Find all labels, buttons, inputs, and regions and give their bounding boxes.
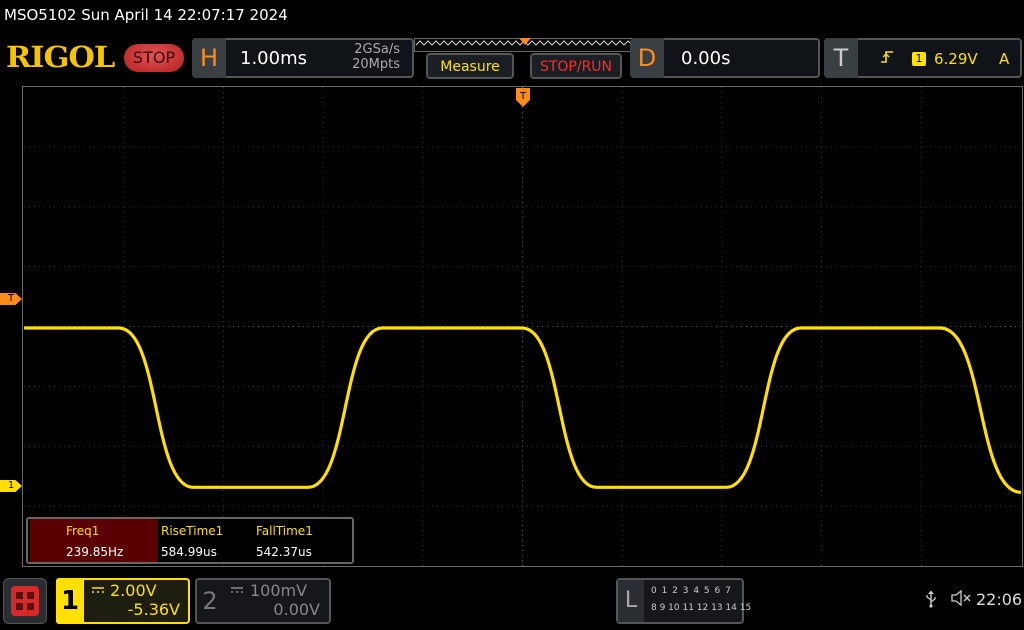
channel-1-offset: -5.36V [127,600,180,619]
channel-2-scale: 100mV [250,581,308,600]
brand-logo: RIGOL [6,40,115,74]
measure-button[interactable]: Measure [426,53,514,79]
delay-value: 0.00s [681,48,731,69]
grid-menu-icon [11,586,39,616]
usb-icon [926,590,936,608]
channel-1-waveform [24,326,1022,494]
system-clock: 22:06 [976,590,1023,609]
logic-channels-8-15: 8 9 10 11 12 13 14 15 [651,603,752,613]
measurement-name: Freq1 [66,524,100,538]
channel-1-scale: 2.00V [110,581,157,600]
measurement-name: RiseTime1 [161,524,224,538]
trigger-letter: T [824,38,858,78]
memory-depth: 20Mpts [352,57,400,72]
channel-1-number: 1 [56,578,84,624]
logic-channels-0-7: 0 1 2 3 4 5 6 7 [651,586,732,596]
trigger-position-marker[interactable]: T [516,88,530,108]
logic-analyzer-letter: L [618,580,644,622]
trigger-mode: A [999,50,1010,68]
memory-position-strip[interactable] [414,38,636,52]
channel-2-number: 2 [202,587,218,615]
trigger-source-badge: 1 [912,52,926,66]
timebase-value: 1.00ms [240,48,307,69]
measurement-value: 239.85Hz [66,545,124,559]
sample-rate: 2GSa/s [354,42,400,57]
delay-letter: D [630,38,664,78]
channel-2-offset: 0.00V [273,600,320,619]
channel-1-offset-marker[interactable]: 1 [0,480,22,492]
trigger-level-value: 6.29V [934,50,978,68]
rising-edge-icon [881,51,893,63]
run-state-badge: STOP [124,44,184,72]
measurement-value: 542.37us [256,545,312,559]
measurement-name: FallTime1 [256,524,313,538]
speaker-muted-icon[interactable] [950,589,972,607]
acquisition-info: 2GSa/s 20Mpts [320,42,400,72]
horizontal-letter: H [192,38,226,78]
trigger-level-marker[interactable]: T [0,293,22,305]
home-menu-button[interactable] [3,578,47,624]
dc-coupling-icon [231,587,243,593]
measurement-value: 584.99us [161,545,217,559]
window-title: MSO5102 Sun April 14 22:07:17 2024 [4,6,288,24]
trigger-position-label: T [519,91,527,102]
dc-coupling-icon [92,587,104,593]
stop-run-button[interactable]: STOP/RUN [530,53,622,79]
waveform-grid[interactable] [22,86,1023,567]
